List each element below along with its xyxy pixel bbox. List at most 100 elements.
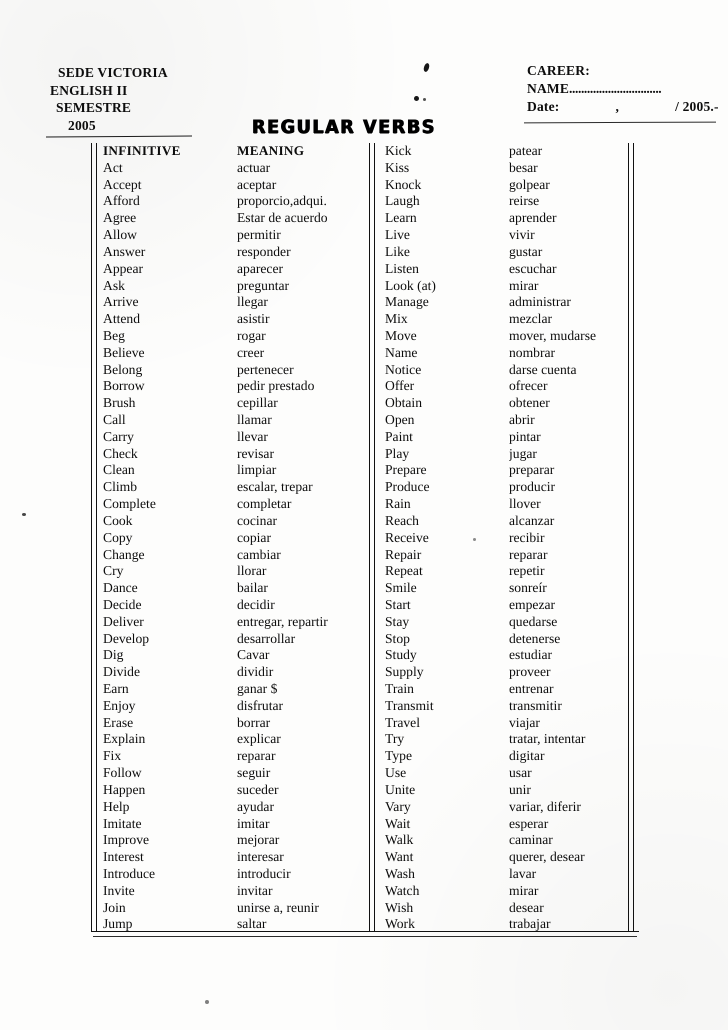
verb-meaning: rogar <box>237 327 266 343</box>
verb-row: Help ayudar <box>103 799 365 816</box>
verb-infinitive: Climb <box>103 479 137 495</box>
verb-row: Wash lavar <box>385 866 625 883</box>
verb-row: Kiss besar <box>385 160 625 177</box>
verb-infinitive: Complete <box>103 496 156 512</box>
verb-meaning: querer, desear <box>509 849 585 865</box>
verb-infinitive: Stay <box>385 613 410 629</box>
verb-meaning: darse cuenta <box>509 361 577 377</box>
verb-infinitive: Rain <box>385 496 411 512</box>
verb-row: Explain explicar <box>103 731 365 748</box>
verb-row: Belong pertenecer <box>103 362 365 379</box>
verb-row: Listen escuchar <box>385 261 625 278</box>
verb-row: Cry llorar <box>103 563 365 580</box>
verb-infinitive: Paint <box>385 428 413 444</box>
verb-row: Try tratar, intentar <box>385 731 625 748</box>
verb-infinitive: Answer <box>103 243 146 259</box>
verb-infinitive: Join <box>103 899 126 915</box>
verb-row: Start empezar <box>385 597 625 614</box>
verb-row: Answer responder <box>103 244 365 261</box>
verb-infinitive: Ask <box>103 277 125 293</box>
verb-meaning: preguntar <box>237 277 290 293</box>
verb-meaning: aparecer <box>237 260 284 276</box>
verb-infinitive: Appear <box>103 260 144 276</box>
verb-rows-left: Act actuar Accept aceptar Afford proporcio,ad… <box>103 160 365 933</box>
verb-meaning: llevar <box>237 428 268 444</box>
verb-meaning: producir <box>509 479 556 495</box>
verb-meaning: imitar <box>237 815 270 831</box>
table-border-bottom-outer <box>91 931 639 932</box>
table-border-center-right <box>373 143 375 932</box>
verb-row: Move mover, mudarse <box>385 328 625 345</box>
verb-infinitive: Check <box>103 445 138 461</box>
verb-meaning: ofrecer <box>509 378 548 394</box>
table-border-left-inner <box>95 143 97 932</box>
verb-meaning: permitir <box>237 227 281 243</box>
verb-row: Improve mejorar <box>103 832 365 849</box>
ink-smudge <box>22 513 26 516</box>
verb-infinitive: Train <box>385 681 414 696</box>
verb-infinitive: Belong <box>103 361 143 377</box>
verb-row: Beg rogar <box>103 328 365 345</box>
ink-smudge <box>423 98 426 101</box>
verb-row: Receive recibir <box>385 530 625 547</box>
header-infinitive: INFINITIVE <box>103 143 181 158</box>
verb-meaning: desear <box>509 899 544 915</box>
verb-row: Join unirse a, reunir <box>103 900 365 917</box>
verb-meaning: tratar, intentar <box>509 731 586 747</box>
verb-infinitive: Offer <box>385 378 415 394</box>
verb-meaning: asistir <box>237 311 270 327</box>
verb-meaning: nombrar <box>509 344 556 360</box>
verb-meaning: ganar $ <box>237 681 278 696</box>
verb-meaning: decidir <box>237 596 275 612</box>
verb-meaning: mezclar <box>509 311 553 327</box>
verb-meaning: llover <box>509 496 541 512</box>
verb-infinitive: Laugh <box>385 193 420 209</box>
verb-infinitive: Brush <box>103 395 136 411</box>
verb-infinitive: Improve <box>103 832 150 848</box>
verb-infinitive: Produce <box>385 479 430 495</box>
verb-meaning: preparar <box>509 462 555 478</box>
verb-row: Enjoy disfrutar <box>103 698 365 715</box>
verb-row: Allow permitir <box>103 227 365 244</box>
verb-row: Prepare preparar <box>385 462 625 479</box>
verb-row: Paint pintar <box>385 429 625 446</box>
verb-meaning: mirar <box>509 277 539 293</box>
verb-infinitive: Beg <box>103 327 125 343</box>
verb-row: Ask preguntar <box>103 278 365 295</box>
verb-infinitive: Notice <box>385 361 422 377</box>
verb-row: Wish desear <box>385 900 625 917</box>
verb-meaning: disfrutar <box>237 697 284 713</box>
verb-row: Live vivir <box>385 227 625 244</box>
verb-row: Repeat repetir <box>385 563 625 580</box>
verb-meaning: mejorar <box>237 832 280 848</box>
verb-infinitive: Accept <box>103 176 142 192</box>
verb-row: Invite invitar <box>103 883 365 900</box>
verb-infinitive: Travel <box>385 714 420 730</box>
verb-meaning: limpiar <box>237 462 277 478</box>
verb-row: Train entrenar <box>385 681 625 698</box>
verb-infinitive: Cry <box>103 563 124 579</box>
verb-infinitive: Manage <box>385 294 429 310</box>
verb-meaning: ayudar <box>237 798 274 814</box>
table-border-left-outer <box>91 143 92 932</box>
verb-row: Arrive llegar <box>103 294 365 311</box>
verb-row: Accept aceptar <box>103 177 365 194</box>
verb-infinitive: Afford <box>103 193 140 209</box>
verb-row: Smile sonreír <box>385 580 625 597</box>
institution-line-2: ENGLISH II <box>50 82 128 98</box>
header-right-divider <box>523 121 717 124</box>
verb-infinitive: Unite <box>385 781 416 797</box>
institution-header: SEDE VICTORIA ENGLISH II SEMESTRE 2005 <box>44 64 274 134</box>
verb-infinitive: Introduce <box>103 865 156 881</box>
verb-meaning: golpear <box>509 176 550 192</box>
verb-meaning: transmitir <box>509 697 562 713</box>
career-label: CAREER: <box>527 63 590 78</box>
verb-infinitive: Earn <box>103 681 129 696</box>
name-field-line: NAME............................... <box>527 80 723 98</box>
verb-row: Divide dividir <box>103 664 365 681</box>
ink-smudge <box>422 62 431 73</box>
verb-infinitive: Clean <box>103 462 135 478</box>
verb-meaning: copiar <box>237 529 271 545</box>
verb-infinitive: Explain <box>103 731 146 747</box>
verb-infinitive: Type <box>385 748 412 764</box>
